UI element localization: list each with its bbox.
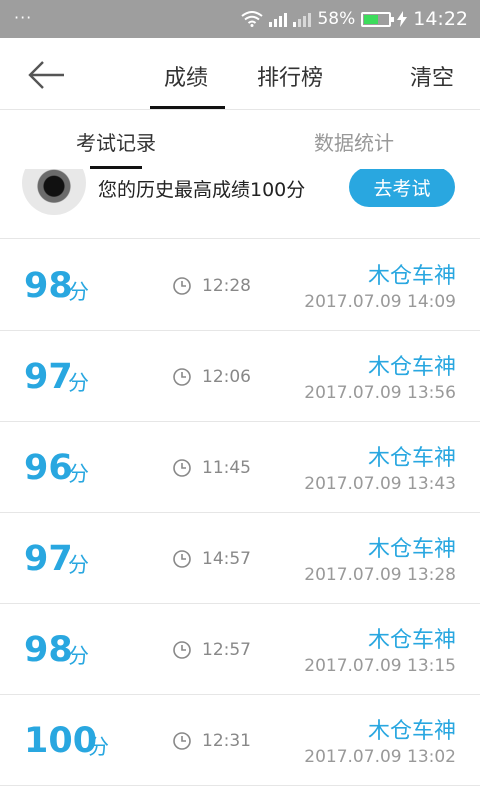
notification-dots: ···	[14, 8, 33, 27]
record-date: 2017.07.09 13:56	[304, 383, 456, 403]
list-item[interactable]: 98 分 12:57 木仓车神 2017.07.09 13:15	[0, 604, 480, 695]
score-unit: 分	[68, 553, 89, 577]
score-unit: 分	[68, 462, 89, 486]
tab-ranking[interactable]: 排行榜	[257, 60, 323, 92]
clock-icon	[173, 550, 191, 568]
clock-time: 14:22	[413, 8, 468, 30]
subtab-statistics[interactable]: 数据统计	[314, 127, 394, 156]
tab-scores[interactable]: 成绩	[164, 60, 208, 92]
signal-icon	[269, 11, 288, 27]
back-arrow-icon[interactable]	[24, 58, 68, 92]
take-exam-button[interactable]: 去考试	[349, 169, 455, 207]
subtab-exam-records[interactable]: 考试记录	[76, 127, 156, 156]
score-unit: 分	[68, 371, 89, 395]
record-duration: 12:28	[202, 276, 251, 296]
record-score: 97	[24, 357, 73, 397]
signal-icon-2	[293, 11, 312, 27]
record-title: 木仓车神	[367, 264, 456, 289]
clock-icon	[173, 732, 191, 750]
record-duration: 14:57	[202, 549, 251, 569]
score-unit: 分	[68, 280, 89, 304]
charging-icon	[397, 11, 408, 27]
app-bar: 成绩 排行榜 清空	[0, 38, 480, 110]
record-score: 96	[24, 448, 73, 488]
sub-tabs: 考试记录 数据统计	[0, 111, 480, 169]
record-date: 2017.07.09 13:02	[304, 747, 456, 767]
clock-icon	[173, 368, 191, 386]
tab-indicator	[150, 106, 225, 109]
record-date: 2017.07.09 13:28	[304, 565, 456, 585]
record-title: 木仓车神	[367, 537, 456, 562]
record-date: 2017.07.09 14:09	[304, 292, 456, 312]
wifi-icon	[241, 11, 264, 27]
clock-icon	[173, 277, 191, 295]
record-title: 木仓车神	[367, 628, 456, 653]
record-title: 木仓车神	[367, 446, 456, 471]
record-score: 97	[24, 539, 73, 579]
list-item[interactable]: 96 分 11:45 木仓车神 2017.07.09 13:43	[0, 422, 480, 513]
status-icons: 58% 14:22	[241, 6, 468, 32]
record-duration: 12:06	[202, 367, 251, 387]
record-score: 98	[24, 630, 73, 670]
status-bar: ··· 58% 14:22	[0, 0, 480, 38]
record-duration: 12:31	[202, 731, 251, 751]
best-score-text: 您的历史最高成绩100分	[98, 179, 306, 201]
best-score-banner: 您的历史最高成绩100分 去考试	[0, 169, 480, 239]
battery-percent: 58%	[317, 9, 356, 29]
record-duration: 12:57	[202, 640, 251, 660]
score-unit: 分	[68, 644, 89, 668]
battery-icon	[361, 11, 395, 27]
record-title: 木仓车神	[367, 355, 456, 380]
record-list: 98 分 12:28 木仓车神 2017.07.09 14:09 97 分 12:06 木仓车神…	[0, 240, 480, 786]
record-duration: 11:45	[202, 458, 251, 478]
clear-button[interactable]: 清空	[410, 60, 454, 92]
avatar	[22, 169, 86, 215]
record-date: 2017.07.09 13:43	[304, 474, 456, 494]
record-score: 100	[24, 721, 98, 761]
list-item[interactable]: 97 分 14:57 木仓车神 2017.07.09 13:28	[0, 513, 480, 604]
list-item[interactable]: 98 分 12:28 木仓车神 2017.07.09 14:09	[0, 240, 480, 331]
list-item[interactable]: 100 分 12:31 木仓车神 2017.07.09 13:02	[0, 695, 480, 786]
record-date: 2017.07.09 13:15	[304, 656, 456, 676]
record-title: 木仓车神	[367, 719, 456, 744]
record-score: 98	[24, 266, 73, 306]
list-item[interactable]: 97 分 12:06 木仓车神 2017.07.09 13:56	[0, 331, 480, 422]
score-unit: 分	[88, 735, 109, 759]
clock-icon	[173, 641, 191, 659]
clock-icon	[173, 459, 191, 477]
